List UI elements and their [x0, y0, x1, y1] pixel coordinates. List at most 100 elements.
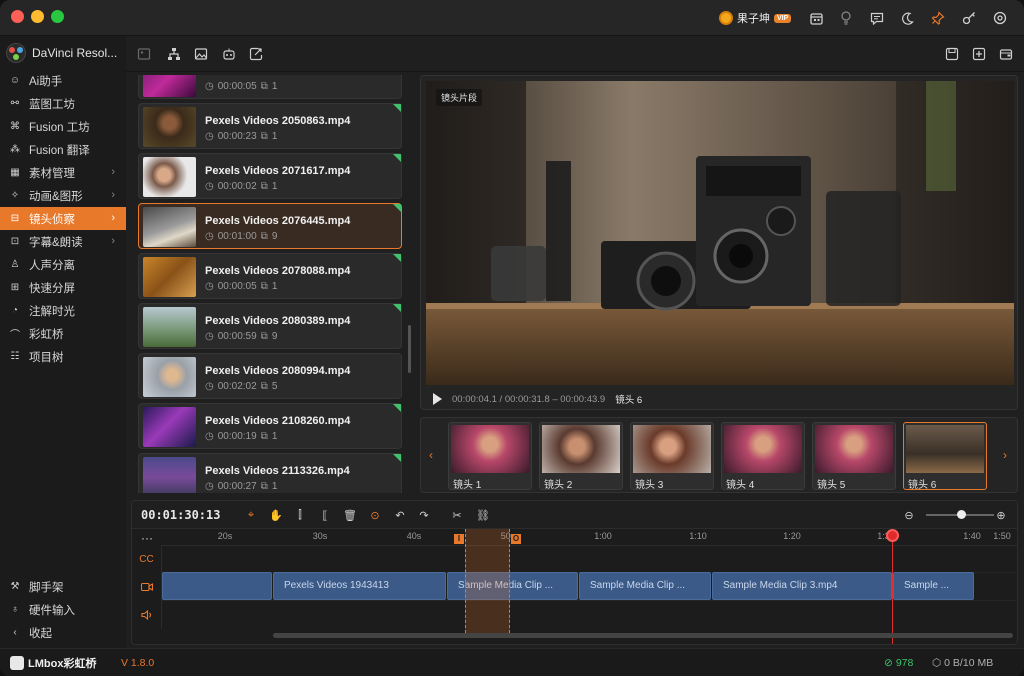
- moon-icon[interactable]: [899, 10, 915, 26]
- in-marker[interactable]: I: [454, 534, 464, 544]
- sidebar-item-animation[interactable]: ✧ 动画&图形 ›: [0, 184, 126, 207]
- sidebar-item-vocal-split[interactable]: ♙ 人声分离: [0, 253, 126, 276]
- media-pool-icon[interactable]: [136, 46, 152, 62]
- out-marker[interactable]: O: [511, 534, 521, 544]
- list-item[interactable]: Pexels Videos 2080994.mp4 ◷ 00:02:02 ⧉ 5: [138, 353, 402, 399]
- in-out-range[interactable]: [465, 529, 510, 633]
- sidebar-item-label: 字幕&朗读: [29, 236, 83, 249]
- clip-list-scrollbar[interactable]: [408, 325, 411, 373]
- timeline-clip[interactable]: Sample Media Clip 3.mp4: [712, 572, 892, 600]
- more-icon[interactable]: ···: [141, 531, 153, 545]
- user-account[interactable]: 果子坤 VIP: [719, 10, 792, 26]
- list-item[interactable]: ◷ 00:00:05 ⧉ 1: [138, 75, 402, 99]
- sidebar-item-rainbow[interactable]: ⌒ 彩虹桥: [0, 322, 126, 345]
- shot-card[interactable]: 镜头 5: [812, 422, 896, 490]
- wallet-icon[interactable]: [998, 46, 1014, 62]
- timeline-clip[interactable]: [162, 572, 272, 600]
- video-track-header[interactable]: [132, 573, 162, 601]
- minimize-window-button[interactable]: [31, 10, 44, 23]
- link-icon[interactable]: ⛓: [476, 508, 490, 522]
- trash-icon[interactable]: 🗑: [343, 508, 357, 522]
- sidebar-item-ai[interactable]: ☺ Ai助手: [0, 69, 126, 92]
- storage-value: 0 B/10 MB: [944, 657, 994, 669]
- sidebar-item-label: Fusion 工坊: [29, 121, 90, 134]
- clip-duration: 00:01:00: [217, 231, 257, 242]
- sparkle-icon: ✧: [10, 190, 20, 201]
- robot-icon[interactable]: [221, 46, 237, 62]
- shot-label: 镜头 3: [635, 480, 664, 490]
- sidebar-item-assets[interactable]: ▦ 素材管理 ›: [0, 161, 126, 184]
- sidebar-item-subtitles[interactable]: ⊡ 字幕&朗读 ›: [0, 230, 126, 253]
- pin-icon[interactable]: [930, 10, 946, 26]
- list-item[interactable]: Pexels Videos 2108260.mp4 ◷ 00:00:19 ⧉ 1: [138, 403, 402, 449]
- shot-card[interactable]: 镜头 6: [903, 422, 987, 490]
- zoom-in-icon[interactable]: ⊕: [994, 508, 1008, 522]
- smile-icon: ☺: [9, 75, 21, 86]
- zoom-window-button[interactable]: [51, 10, 64, 23]
- split-icon[interactable]: ⫿: [293, 508, 307, 522]
- sidebar-item-annotations[interactable]: ◔ 注解时光: [0, 299, 126, 322]
- image-icon[interactable]: [193, 46, 209, 62]
- timeline: 00:01:30:13 ⌖ ✋ ⫿ ⟦ 🗑 ⊙ ↶ ↷ ✂ ⛓ ⊖ ⊕ ··· …: [131, 500, 1018, 645]
- cc-track-header[interactable]: CC: [132, 545, 162, 573]
- save-icon[interactable]: [944, 46, 960, 62]
- chat-icon[interactable]: [869, 10, 885, 26]
- shot-card[interactable]: 镜头 3: [630, 422, 714, 490]
- sidebar-item-hardware-input[interactable]: ♁ 硬件输入: [0, 598, 126, 621]
- shot-card[interactable]: 镜头 2: [539, 422, 623, 490]
- list-item[interactable]: Pexels Videos 2080389.mp4 ◷ 00:00:59 ⧉ 9: [138, 303, 402, 349]
- zoom-slider-handle[interactable]: [957, 510, 966, 519]
- settings-icon[interactable]: [992, 10, 1008, 26]
- shot-card[interactable]: 镜头 1: [448, 422, 532, 490]
- sidebar-item-fusion-workshop[interactable]: ⌘ Fusion 工坊: [0, 115, 126, 138]
- ruler-label: 40s: [406, 531, 422, 541]
- video-frame[interactable]: 镜头片段: [426, 81, 1014, 385]
- list-item[interactable]: Pexels Videos 2078088.mp4 ◷ 00:00:05 ⧉ 1: [138, 253, 402, 299]
- add-icon[interactable]: [971, 46, 987, 62]
- magnet-icon[interactable]: ⊙: [368, 508, 382, 522]
- undo-icon[interactable]: ↶: [393, 508, 407, 522]
- timeline-clip[interactable]: Sample Media Clip ...: [579, 572, 711, 600]
- sidebar-item-project-tree[interactable]: ☷ 项目树: [0, 345, 126, 368]
- clip-shot-count: 1: [271, 131, 278, 142]
- lightbulb-icon[interactable]: [838, 10, 854, 26]
- select-tool-icon[interactable]: ⌖: [244, 508, 258, 522]
- sidebar-collapse[interactable]: ‹ 收起: [0, 621, 126, 644]
- playhead-handle[interactable]: [886, 529, 899, 542]
- zoom-out-icon[interactable]: ⊖: [902, 508, 916, 522]
- chevron-left-icon[interactable]: ‹: [429, 448, 433, 462]
- sidebar-item-scaffold[interactable]: ⚒ 脚手架: [0, 575, 126, 598]
- scissors-icon[interactable]: ✂: [450, 508, 464, 522]
- app-selector[interactable]: DaVinci Resol...: [6, 43, 117, 63]
- redo-icon[interactable]: ↷: [417, 508, 431, 522]
- sidebar-item-split-screen[interactable]: ⊞ 快速分屏: [0, 276, 126, 299]
- calendar-icon[interactable]: [808, 10, 824, 26]
- scout-icon: ⊟: [10, 213, 20, 224]
- play-icon[interactable]: [433, 393, 442, 405]
- list-item[interactable]: Pexels Videos 2071617.mp4 ◷ 00:00:02 ⧉ 1: [138, 153, 402, 199]
- clock-icon: ◷: [205, 231, 214, 242]
- timeline-clip[interactable]: Sample ...: [893, 572, 974, 600]
- clock-icon: ◷: [205, 431, 214, 442]
- hand-tool-icon[interactable]: ✋: [269, 508, 283, 522]
- key-icon[interactable]: [961, 10, 977, 26]
- sidebar-item-fusion-translate[interactable]: ⁂ Fusion 翻译: [0, 138, 126, 161]
- audio-track-header[interactable]: [132, 601, 162, 629]
- timeline-scrollbar[interactable]: [273, 633, 1013, 638]
- export-icon[interactable]: [248, 46, 264, 62]
- clip-meta: ◷ 00:00:19 ⧉ 1: [205, 431, 277, 442]
- hierarchy-icon[interactable]: [166, 46, 182, 62]
- list-item[interactable]: Pexels Videos 2050863.mp4 ◷ 00:00:23 ⧉ 1: [138, 103, 402, 149]
- sidebar-item-blueprint[interactable]: ⚯ 蓝图工坊: [0, 92, 126, 115]
- chevron-right-icon[interactable]: ›: [1003, 448, 1007, 462]
- clip-shot-count: 1: [271, 481, 278, 492]
- timeline-clip[interactable]: Pexels Videos 1943413: [273, 572, 446, 600]
- list-item[interactable]: Pexels Videos 2076445.mp4 ◷ 00:01:00 ⧉ 9: [138, 203, 402, 249]
- clip-thumbnail: [143, 457, 196, 493]
- sidebar-item-shot-scout[interactable]: ⊟ 镜头侦察 ›: [0, 207, 126, 230]
- close-window-button[interactable]: [11, 10, 24, 23]
- shot-card[interactable]: 镜头 4: [721, 422, 805, 490]
- list-item[interactable]: Pexels Videos 2113326.mp4 ◷ 00:00:27 ⧉ 1: [138, 453, 402, 493]
- layers-icon: ⧉: [260, 181, 268, 192]
- fit-icon[interactable]: ⟦: [318, 508, 332, 522]
